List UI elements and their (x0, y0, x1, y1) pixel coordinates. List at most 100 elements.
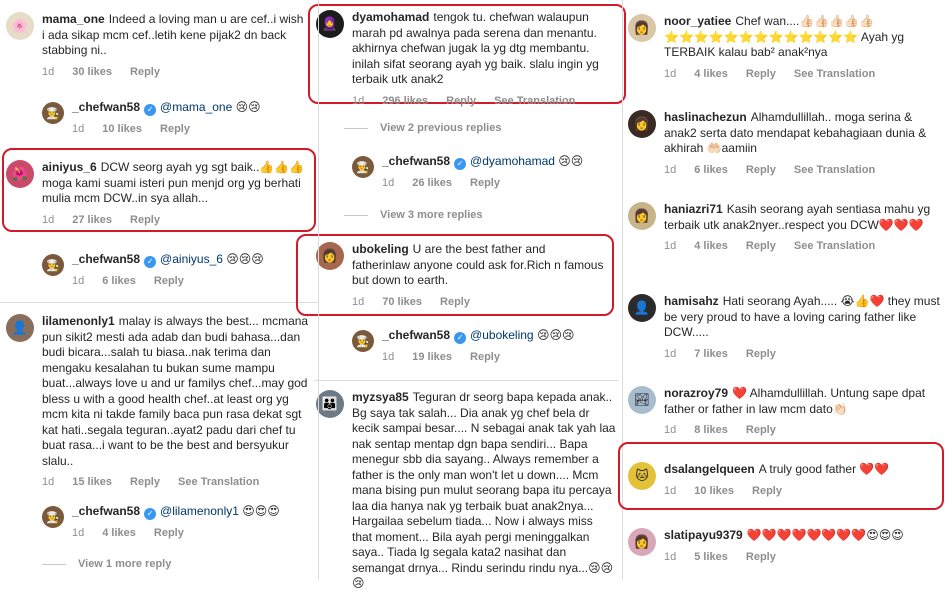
timestamp: 1d (664, 163, 677, 176)
avatar[interactable]: 👩 (628, 14, 656, 42)
likes-count[interactable]: 6 likes (694, 164, 728, 176)
username[interactable]: myzsya85 (352, 390, 409, 404)
likes-count[interactable]: 19 likes (412, 351, 452, 363)
avatar[interactable]: 👩 (628, 202, 656, 230)
avatar[interactable]: 🧕 (316, 10, 344, 38)
mention-link[interactable]: @lilamenonly1 (160, 504, 239, 518)
likes-count[interactable]: 296 likes (382, 95, 428, 107)
mention-link[interactable]: @ubokeling (470, 328, 534, 342)
avatar[interactable]: 👨‍🍳 (42, 254, 64, 276)
avatar[interactable]: 👨‍🍳 (352, 330, 374, 352)
reply-button[interactable]: Reply (130, 476, 160, 488)
likes-count[interactable]: 4 likes (694, 240, 728, 252)
view-previous-replies-button[interactable]: View 2 previous replies (344, 122, 501, 134)
likes-count[interactable]: 5 likes (694, 551, 728, 563)
comment: 👩 noor_yatiee Chef wan....👍🏻👍🏻👍🏻👍🏻👍🏻⭐⭐⭐⭐⭐… (628, 14, 944, 80)
likes-count[interactable]: 30 likes (72, 66, 112, 78)
likes-count[interactable]: 27 likes (72, 214, 112, 226)
avatar[interactable]: 🌺 (6, 160, 34, 188)
reply-button[interactable]: Reply (130, 66, 160, 78)
username[interactable]: haslinachezun (664, 110, 747, 124)
avatar[interactable]: 🏞 (628, 386, 656, 414)
username[interactable]: noor_yatiee (664, 14, 731, 28)
avatar[interactable]: 👨‍🍳 (42, 506, 64, 528)
reply-button[interactable]: Reply (746, 164, 776, 176)
reply-button[interactable]: Reply (446, 95, 476, 107)
username[interactable]: mama_one (42, 12, 105, 26)
reply-button[interactable]: Reply (746, 551, 776, 563)
avatar[interactable]: 👤 (628, 294, 656, 322)
username[interactable]: haniazri71 (664, 202, 723, 216)
view-more-replies-button[interactable]: View 3 more replies (344, 209, 483, 221)
reply-button[interactable]: Reply (470, 177, 500, 189)
username[interactable]: dsalangelqueen (664, 462, 755, 476)
avatar[interactable]: 👩 (628, 110, 656, 138)
likes-count[interactable]: 70 likes (382, 296, 422, 308)
timestamp: 1d (42, 476, 55, 488)
avatar[interactable]: 🐱 (628, 462, 656, 490)
view-more-replies-button[interactable]: View 1 more reply (42, 558, 171, 570)
username[interactable]: _chefwan58 (72, 252, 140, 266)
likes-count[interactable]: 6 likes (102, 275, 136, 287)
username[interactable]: ubokeling (352, 242, 409, 256)
comments-column-1: 🌸 mama_one Indeed a loving man u are cef.… (0, 0, 320, 580)
avatar[interactable]: 👪 (316, 390, 344, 418)
see-translation-button[interactable]: See Translation (178, 476, 259, 488)
username[interactable]: _chefwan58 (72, 504, 140, 518)
mention-link[interactable]: @ainiyus_6 (160, 252, 223, 266)
reply-button[interactable]: Reply (440, 296, 470, 308)
avatar[interactable]: 👨‍🍳 (42, 102, 64, 124)
reply-button[interactable]: Reply (154, 275, 184, 287)
comments-column-2: 🧕 dyamohamad tengok tu. chefwan walaupun … (296, 0, 632, 590)
avatar[interactable]: 👤 (6, 314, 34, 342)
username[interactable]: _chefwan58 (382, 328, 450, 342)
username[interactable]: ainiyus_6 (42, 160, 97, 174)
likes-count[interactable]: 7 likes (694, 348, 728, 360)
likes-count[interactable]: 4 likes (694, 68, 728, 80)
see-translation-button[interactable]: See Translation (794, 164, 875, 176)
comment: 🌺 ainiyus_6 DCW seorg ayah yg sgt baik..👍… (6, 160, 306, 226)
comment-text: Teguran dr seorg bapa kepada anak.. Bg s… (352, 390, 616, 590)
username[interactable]: slatipayu9379 (664, 528, 743, 542)
username[interactable]: lilamenonly1 (42, 314, 115, 328)
reply-comment: 👨‍🍳 _chefwan58 ✓ @dyamohamad 😢😢 1d 26 likes… (352, 154, 622, 189)
see-translation-button[interactable]: See Translation (794, 240, 875, 252)
reply-button[interactable]: Reply (130, 214, 160, 226)
reply-button[interactable]: Reply (160, 123, 190, 135)
timestamp: 1d (664, 424, 677, 436)
mention-link[interactable]: @mama_one (160, 100, 232, 114)
replies-line (344, 127, 368, 129)
username[interactable]: norazroy79 (664, 386, 728, 400)
timestamp: 1d (72, 527, 85, 539)
mention-link[interactable]: @dyamohamad (470, 154, 555, 168)
see-translation-button[interactable]: See Translation (494, 95, 575, 107)
comment: 👩 slatipayu9379 ❤️❤️❤️❤️❤️❤️❤️❤️😍😍😍 1d 5 l… (628, 528, 944, 563)
reply-button[interactable]: Reply (746, 240, 776, 252)
reply-button[interactable]: Reply (752, 485, 782, 497)
avatar[interactable]: 👩 (316, 242, 344, 270)
likes-count[interactable]: 10 likes (694, 485, 734, 497)
likes-count[interactable]: 8 likes (694, 424, 728, 436)
likes-count[interactable]: 4 likes (102, 527, 136, 539)
comment: 👪 myzsya85 Teguran dr seorg bapa kepada a… (316, 390, 616, 592)
reply-button[interactable]: Reply (746, 424, 776, 436)
avatar[interactable]: 🌸 (6, 12, 34, 40)
see-translation-button[interactable]: See Translation (794, 68, 875, 80)
divider (0, 302, 318, 303)
username[interactable]: dyamohamad (352, 10, 429, 24)
username[interactable]: _chefwan58 (72, 100, 140, 114)
reply-button[interactable]: Reply (470, 351, 500, 363)
reply-comment: 👨‍🍳 _chefwan58 ✓ @lilamenonly1 😍😍😍 1d 4 lik… (42, 504, 312, 539)
likes-count[interactable]: 26 likes (412, 177, 452, 189)
username[interactable]: hamisahz (664, 294, 719, 308)
likes-count[interactable]: 15 likes (72, 476, 112, 488)
reply-button[interactable]: Reply (746, 348, 776, 360)
reply-button[interactable]: Reply (154, 527, 184, 539)
likes-count[interactable]: 10 likes (102, 123, 142, 135)
username[interactable]: _chefwan58 (382, 154, 450, 168)
comment-text: malay is always the best... mcmana pun s… (42, 314, 309, 468)
avatar[interactable]: 👨‍🍳 (352, 156, 374, 178)
timestamp: 1d (664, 484, 677, 497)
reply-button[interactable]: Reply (746, 68, 776, 80)
avatar[interactable]: 👩 (628, 528, 656, 556)
